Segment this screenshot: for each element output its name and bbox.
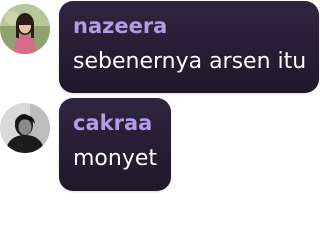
message-text: monyet xyxy=(73,146,158,171)
avatar[interactable] xyxy=(0,103,50,153)
message-username[interactable]: cakraa xyxy=(73,110,157,136)
chat-message-list: nazeera sebenernya arsen itu cakraa mony… xyxy=(0,0,320,244)
message-bubble: nazeera sebenernya arsen itu xyxy=(59,1,319,93)
message-username[interactable]: nazeera xyxy=(73,13,305,39)
user-photo-icon xyxy=(0,103,50,153)
message-bubble: cakraa monyet xyxy=(59,98,171,191)
message-text: sebenernya arsen itu xyxy=(73,49,307,74)
user-photo-icon xyxy=(0,4,50,54)
avatar[interactable] xyxy=(0,4,50,54)
